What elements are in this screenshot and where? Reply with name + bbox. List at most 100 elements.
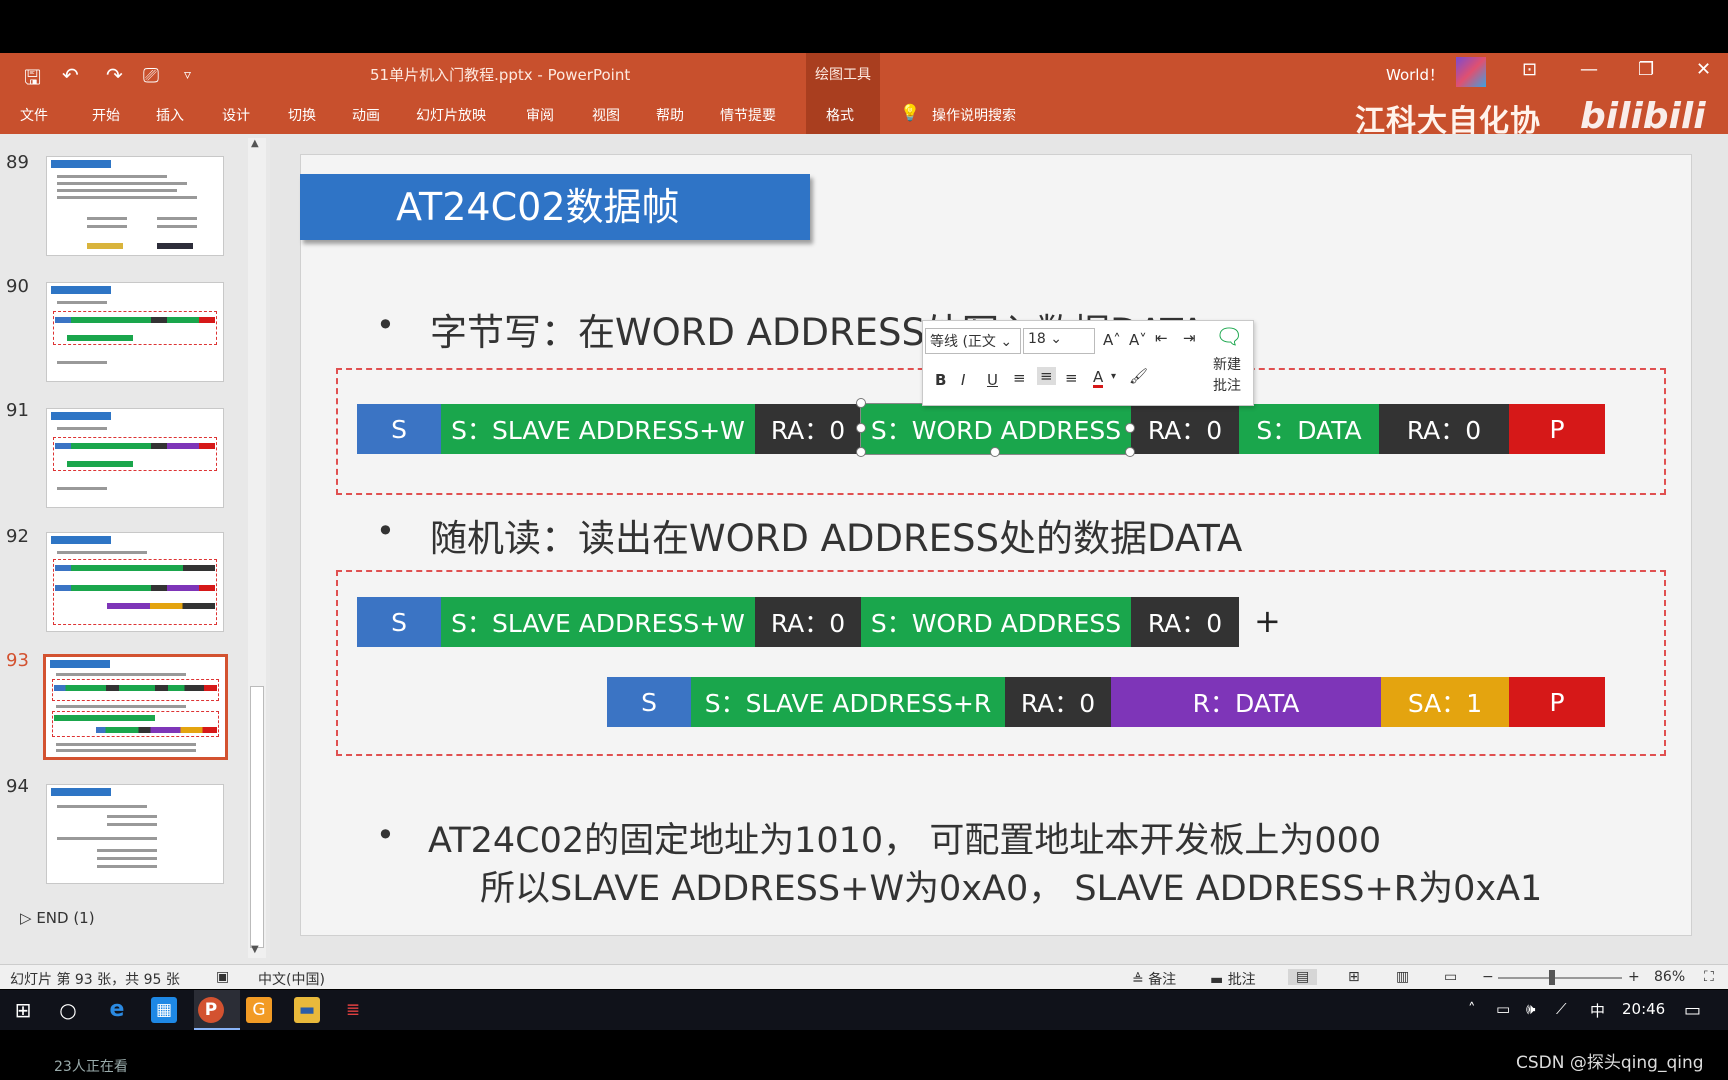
section-end-label[interactable]: ▷ END (1) [20, 909, 95, 927]
save-icon[interactable]: 🖫 [24, 63, 41, 97]
language-indicator[interactable]: 中文(中国) [258, 969, 325, 989]
scroll-up-icon[interactable]: ▲ [251, 138, 259, 149]
network-icon[interactable]: ⟋ [1556, 1000, 1567, 1018]
slide-thumbnail-89[interactable] [46, 156, 224, 256]
scroll-down-icon[interactable]: ▼ [251, 944, 259, 955]
tab-format[interactable]: 格式 [826, 105, 854, 125]
format-painter-icon[interactable]: 🖌 [1129, 367, 1148, 385]
font-size-value: 18 [1028, 331, 1046, 347]
align-left-icon[interactable]: ≡ [1013, 369, 1026, 387]
selection-handle[interactable] [856, 423, 866, 433]
user-name[interactable]: World！ [1386, 64, 1444, 85]
slide-thumbnail-92[interactable] [46, 532, 224, 632]
notes-button[interactable]: ≜ 备注 [1132, 969, 1176, 989]
thumbnail-scrollbar[interactable]: ▲ ▼ [248, 138, 266, 958]
undo-icon[interactable]: ↶ [62, 63, 79, 87]
lightbulb-icon[interactable]: 💡 [900, 103, 920, 122]
tab-design[interactable]: 设计 [222, 105, 250, 125]
zoom-level[interactable]: 86% [1654, 969, 1685, 985]
align-right-icon[interactable]: ≡ [1065, 369, 1078, 387]
new-comment-icon[interactable]: 🗨 [1215, 325, 1243, 350]
ack-cell: RA：0 [755, 597, 861, 647]
slideshow-icon[interactable]: ▭ [1444, 969, 1457, 985]
store-icon[interactable]: ▦ [151, 997, 177, 1023]
tab-file[interactable]: 文件 [20, 105, 48, 125]
app-icon[interactable]: G [246, 997, 272, 1023]
tab-view[interactable]: 视图 [592, 105, 620, 125]
increase-indent-icon[interactable]: ⇥ [1183, 329, 1196, 347]
font-color-dropdown-icon[interactable]: ▾ [1111, 371, 1116, 382]
slide-thumbnail-90[interactable] [46, 282, 224, 382]
tray-expand-icon[interactable]: ˄ [1468, 1000, 1476, 1018]
start-presentation-icon[interactable]: ⎚ [143, 63, 159, 87]
volume-icon[interactable]: 🕪 [1526, 1000, 1535, 1018]
zoom-out-icon[interactable]: − [1482, 969, 1494, 985]
close-icon[interactable]: ✕ [1696, 59, 1711, 80]
minimize-icon[interactable]: — [1580, 59, 1598, 80]
tab-insert[interactable]: 插入 [156, 105, 184, 125]
cortana-icon[interactable]: ○ [55, 997, 81, 1023]
slide-sorter-icon[interactable]: ⊞ [1348, 969, 1360, 985]
decrease-indent-icon[interactable]: ⇤ [1155, 329, 1168, 347]
bold-button[interactable]: B [935, 371, 946, 389]
tab-animations[interactable]: 动画 [352, 105, 380, 125]
battery-icon[interactable]: ▭ [1496, 1000, 1510, 1018]
restore-icon[interactable]: ❐ [1638, 59, 1654, 80]
ime-indicator[interactable]: 中 [1590, 1000, 1605, 1021]
zoom-slider[interactable] [1498, 977, 1622, 979]
tab-storyboard[interactable]: 情节提要 [720, 105, 776, 125]
selection-handle[interactable] [1125, 423, 1135, 433]
selection-handle[interactable] [856, 447, 866, 457]
selection-handle[interactable] [990, 447, 1000, 457]
tab-slideshow[interactable]: 幻灯片放映 [416, 105, 486, 125]
redo-icon[interactable]: ↷ [106, 63, 123, 87]
notification-icon[interactable]: ▭ [1684, 1000, 1701, 1021]
slide-thumbnail-94[interactable] [46, 784, 224, 884]
ack-cell: RA：0 [755, 404, 861, 454]
slide-title[interactable]: AT24C02数据帧 [300, 174, 810, 240]
bullet-fixed-address[interactable]: AT24C02的固定地址为1010， 可配置地址本开发板上为000 [428, 812, 1381, 863]
customize-qat-icon[interactable]: ▿ [184, 67, 191, 83]
selection-handle[interactable] [1125, 447, 1135, 457]
comments-button[interactable]: ▬ 批注 [1210, 969, 1256, 989]
word-address-cell: S：WORD ADDRESS [861, 597, 1131, 647]
edge-icon[interactable]: e [104, 997, 130, 1023]
avatar[interactable] [1456, 57, 1486, 87]
slide-thumbnail-91[interactable] [46, 408, 224, 508]
align-center-icon[interactable]: ≡ [1037, 367, 1056, 385]
bullet-random-read[interactable]: 随机读：读出在WORD ADDRESS处的数据DATA [430, 508, 1242, 562]
normal-view-icon[interactable]: ▤ [1288, 969, 1318, 985]
fit-slide-icon[interactable]: ⛶ [1704, 969, 1714, 985]
selection-handle[interactable] [856, 398, 866, 408]
tell-me-search[interactable]: 操作说明搜索 [932, 105, 1016, 125]
tab-review[interactable]: 审阅 [526, 105, 554, 125]
slide-thumbnail-93[interactable] [43, 654, 228, 760]
font-size-dropdown[interactable]: 18 ⌄ [1023, 328, 1095, 354]
byte-write-frame: S S：SLAVE ADDRESS+W RA：0 S：WORD ADDRESS … [357, 403, 1605, 455]
zoom-in-icon[interactable]: + [1628, 969, 1640, 985]
scroll-thumb[interactable] [250, 686, 264, 948]
underline-button[interactable]: U [987, 371, 998, 389]
tab-help[interactable]: 帮助 [656, 105, 684, 125]
new-comment-label[interactable]: 新建 批注 [1213, 355, 1241, 397]
shrink-font-icon[interactable]: A˅ [1129, 331, 1147, 349]
italic-button[interactable]: I [961, 371, 965, 389]
font-name-dropdown[interactable]: 等线 (正文 ⌄ [925, 328, 1021, 354]
windows-start-icon[interactable]: ⊞ [10, 997, 36, 1023]
data-cell: S：DATA [1239, 404, 1379, 454]
spellcheck-icon[interactable]: ▣ [216, 969, 229, 985]
bullet-address-values[interactable]: 所以SLAVE ADDRESS+W为0xA0， SLAVE ADDRESS+R为… [480, 860, 1542, 911]
file-explorer-icon[interactable]: ▬ [294, 997, 320, 1023]
tab-transitions[interactable]: 切换 [288, 105, 316, 125]
reading-view-icon[interactable]: ▥ [1396, 969, 1409, 985]
clock[interactable]: 20:46 [1622, 1000, 1665, 1018]
app-icon[interactable]: ≣ [340, 997, 366, 1023]
ribbon-display-options-icon[interactable]: ⊡ [1522, 59, 1537, 80]
grow-font-icon[interactable]: A˄ [1103, 331, 1121, 349]
slave-address-cell: S：SLAVE ADDRESS+W [441, 404, 755, 454]
tab-home[interactable]: 开始 [92, 105, 120, 125]
powerpoint-icon[interactable]: P [198, 997, 224, 1023]
title-bar: 🖫 ↶ ↷ ⎚ ▿ 51单片机入门教程.pptx - PowerPoint 绘图… [0, 53, 1728, 134]
zoom-slider-handle[interactable] [1549, 970, 1555, 985]
font-color-button[interactable]: A [1093, 369, 1104, 388]
